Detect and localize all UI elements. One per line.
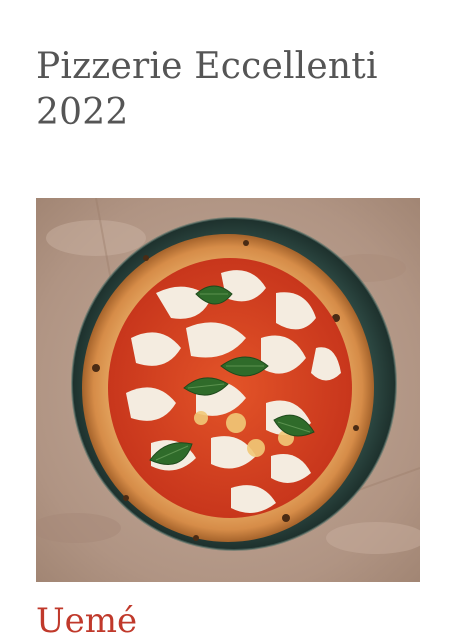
page-title: Pizzerie Eccellenti 2022 bbox=[36, 46, 378, 133]
pizza-photo bbox=[36, 198, 420, 582]
restaurant-name[interactable]: Uemé bbox=[36, 600, 137, 642]
